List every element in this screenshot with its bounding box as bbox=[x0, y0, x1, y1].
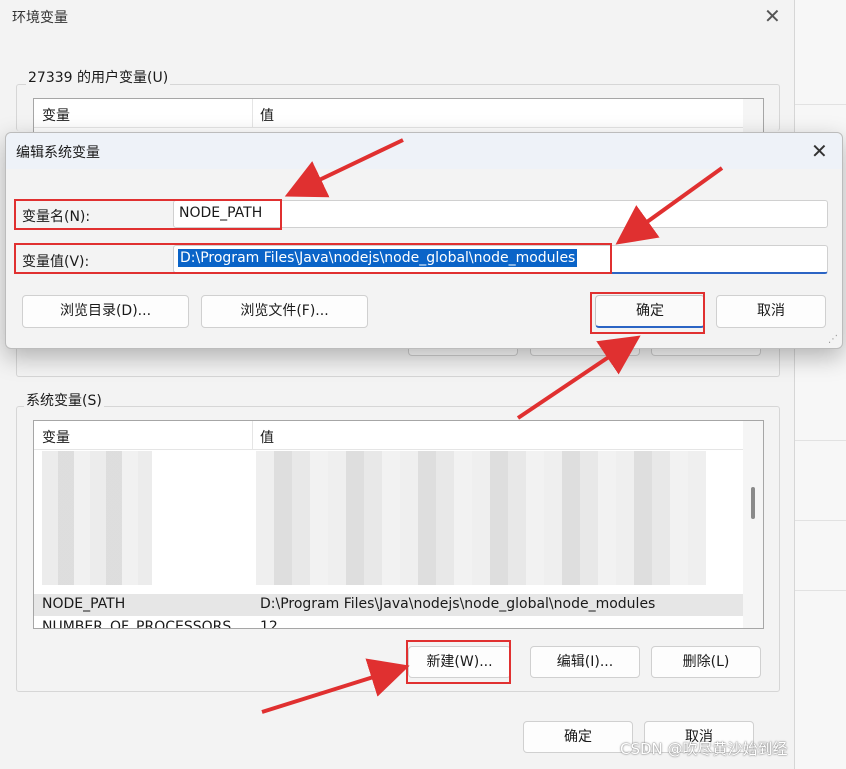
arrow-to-ok-button bbox=[516, 335, 641, 420]
annotation-arrows bbox=[261, 138, 724, 714]
arrow-to-variable-value bbox=[615, 166, 724, 245]
arrow-to-new-button bbox=[261, 658, 410, 714]
arrow-to-variable-name bbox=[284, 138, 404, 198]
watermark: CSDN @吹尽黄沙始到经 bbox=[620, 740, 788, 758]
